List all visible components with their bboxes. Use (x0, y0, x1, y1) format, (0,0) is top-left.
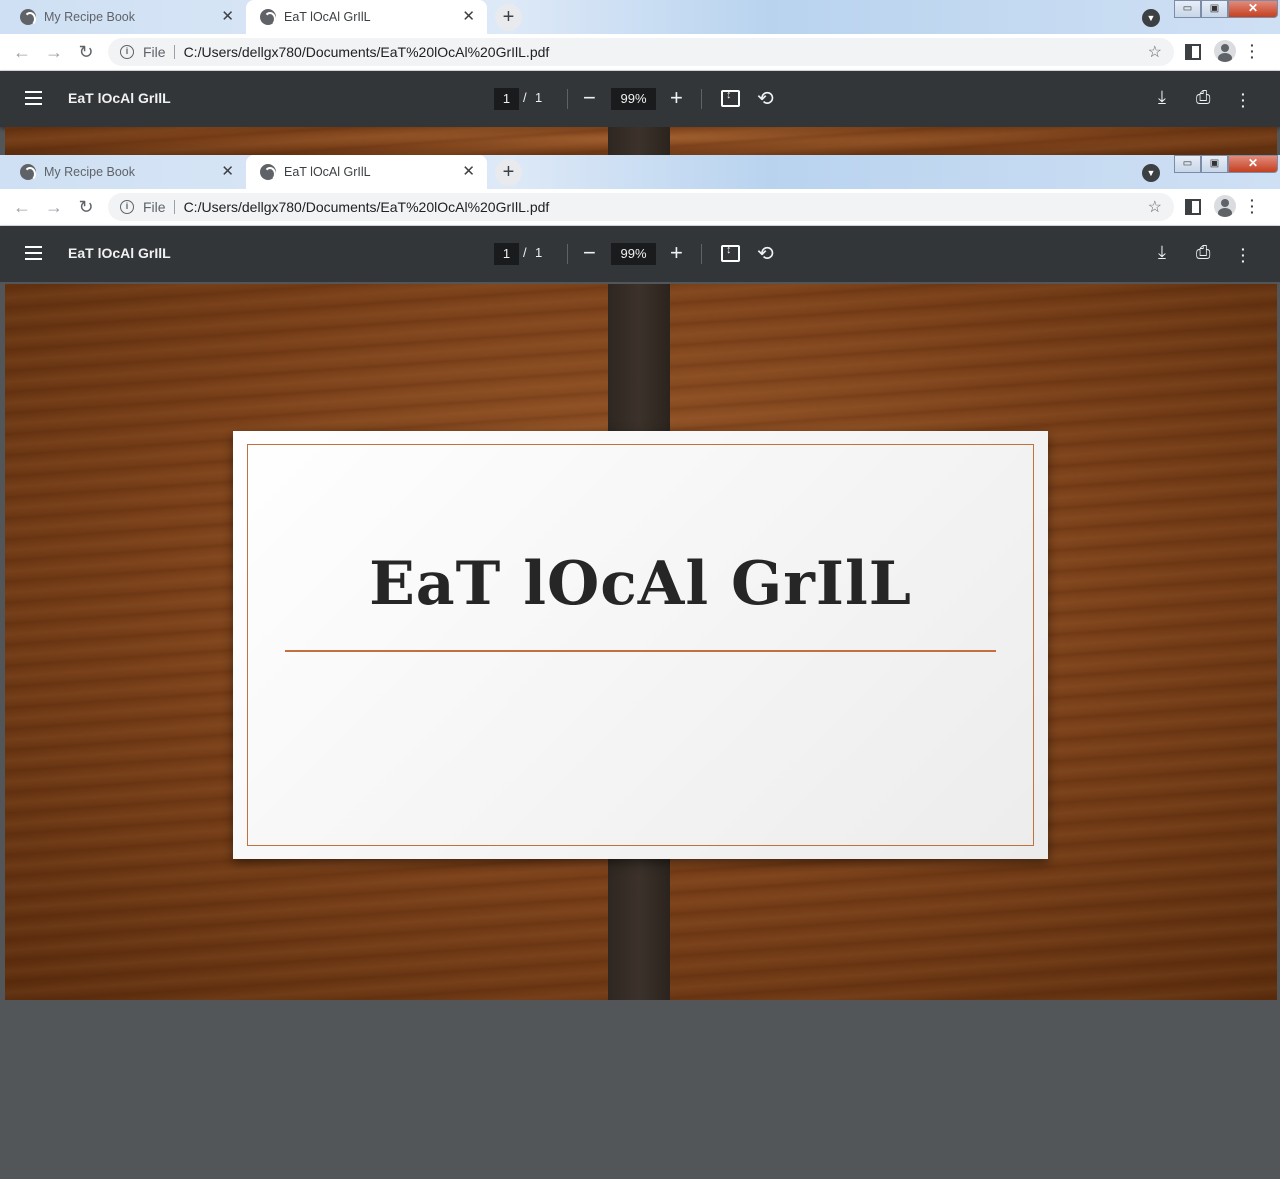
rotate-counterclockwise-icon[interactable]: ⟲ (757, 86, 774, 111)
browser-window-front: My Recipe Book ✕ EaT lOcAl GrIlL ✕ + ▼ ▭… (0, 155, 1280, 1179)
side-panel-icon[interactable] (1185, 44, 1201, 60)
zoom-out-button[interactable]: − (583, 85, 596, 111)
window-controls: ▭ ▣ ✕ (1174, 155, 1278, 173)
divider (567, 89, 568, 109)
close-icon[interactable]: ✕ (462, 9, 475, 25)
new-tab-button[interactable]: + (495, 4, 522, 31)
url-text[interactable]: C:/Users/dellgx780/Documents/EaT%20lOcAl… (184, 44, 550, 60)
scheme-label: File (143, 200, 175, 214)
browser-toolbar: ← → ↻ i File C:/Users/dellgx780/Document… (0, 189, 1280, 226)
globe-icon (260, 9, 276, 26)
info-icon[interactable]: i (120, 200, 134, 214)
close-icon[interactable]: ✕ (221, 9, 234, 25)
zoom-in-button[interactable]: + (670, 85, 683, 111)
tab-strip: My Recipe Book ✕ EaT lOcAl GrIlL ✕ + ▼ ▭… (0, 0, 1280, 34)
browser-window-back: My Recipe Book ✕ EaT lOcAl GrIlL ✕ + ▼ ▭… (0, 0, 1280, 155)
scheme-label: File (143, 45, 175, 59)
close-window-button[interactable]: ✕ (1228, 0, 1278, 18)
close-icon[interactable]: ✕ (221, 164, 234, 180)
zoom-level-input[interactable]: 99% (611, 88, 656, 110)
tab-search-icon[interactable]: ▼ (1142, 164, 1160, 182)
tab-eat-local-grill[interactable]: EaT lOcAl GrIlL ✕ (246, 155, 487, 189)
forward-arrow-icon[interactable]: → (43, 197, 65, 217)
divider (567, 244, 568, 264)
address-bar[interactable]: i File C:/Users/dellgx780/Documents/EaT%… (108, 38, 1174, 66)
side-panel-icon[interactable] (1185, 199, 1201, 215)
page-number-input[interactable]: 1 (494, 88, 519, 110)
zoom-in-button[interactable]: + (670, 240, 683, 266)
page-separator: / (523, 90, 527, 105)
tab-title: EaT lOcAl GrIlL (284, 10, 371, 24)
fit-to-page-icon[interactable] (721, 89, 740, 107)
bookmark-star-icon[interactable]: ☆ (1148, 197, 1162, 217)
info-icon[interactable]: i (120, 45, 134, 59)
download-icon[interactable]: ⤓ (1158, 87, 1166, 108)
maximize-button[interactable]: ▣ (1201, 0, 1228, 18)
tab-search-icon[interactable]: ▼ (1142, 9, 1160, 27)
tab-eat-local-grill[interactable]: EaT lOcAl GrIlL ✕ (246, 0, 487, 34)
slide-title: EaT lOcAl GrIlL (369, 549, 912, 619)
page-total: 1 (535, 245, 543, 260)
zoom-out-button[interactable]: − (583, 240, 596, 266)
globe-icon (20, 164, 36, 181)
tab-title: EaT lOcAl GrIlL (284, 165, 371, 179)
forward-arrow-icon[interactable]: → (43, 42, 65, 62)
page-total: 1 (535, 90, 543, 105)
profile-avatar-icon[interactable] (1214, 40, 1236, 62)
pdf-toolbar: EaT lOcAl GrIlL 1 / 1 − 99% + ⟲ ⤓ ⎙ ··· (0, 71, 1280, 127)
divider (701, 244, 702, 264)
card-border (247, 444, 1034, 846)
zoom-level-input[interactable]: 99% (611, 243, 656, 265)
page-number-input[interactable]: 1 (494, 243, 519, 265)
pdf-viewer[interactable]: EaT lOcAl GrIlL (0, 282, 1280, 1179)
print-icon[interactable]: ⎙ (1196, 87, 1210, 108)
rotate-counterclockwise-icon[interactable]: ⟲ (757, 241, 774, 266)
divider (701, 89, 702, 109)
address-bar[interactable]: i File C:/Users/dellgx780/Documents/EaT%… (108, 193, 1174, 221)
new-tab-button[interactable]: + (495, 159, 522, 186)
tab-title: My Recipe Book (44, 165, 136, 179)
browser-toolbar: ← → ↻ i File C:/Users/dellgx780/Document… (0, 34, 1280, 71)
more-vertical-icon[interactable]: · · · (1241, 242, 1246, 268)
pdf-title: EaT lOcAl GrIlL (68, 245, 171, 261)
print-icon[interactable]: ⎙ (1196, 242, 1210, 263)
page-separator: / (523, 245, 527, 260)
maximize-button[interactable]: ▣ (1201, 155, 1228, 173)
minimize-button[interactable]: ▭ (1174, 0, 1201, 18)
tab-my-recipe-book[interactable]: My Recipe Book ✕ (0, 155, 246, 189)
back-arrow-icon[interactable]: ← (11, 42, 33, 62)
fit-to-page-icon[interactable] (721, 244, 740, 262)
tab-strip: My Recipe Book ✕ EaT lOcAl GrIlL ✕ + ▼ ▭… (0, 155, 1280, 189)
profile-avatar-icon[interactable] (1214, 195, 1236, 217)
title-underline (285, 650, 996, 652)
bookmark-star-icon[interactable]: ☆ (1148, 42, 1162, 62)
title-card: EaT lOcAl GrIlL (233, 431, 1048, 859)
reload-icon[interactable]: ↻ (75, 197, 97, 217)
hamburger-menu-icon[interactable] (25, 91, 42, 105)
tab-title: My Recipe Book (44, 10, 136, 24)
pdf-toolbar: EaT lOcAl GrIlL 1 / 1 − 99% + ⟲ ⤓ ⎙ ··· (0, 226, 1280, 282)
close-icon[interactable]: ✕ (462, 164, 475, 180)
close-window-button[interactable]: ✕ (1228, 155, 1278, 173)
reload-icon[interactable]: ↻ (75, 42, 97, 62)
more-vertical-icon[interactable]: · · · (1241, 87, 1246, 113)
globe-icon (20, 9, 36, 26)
pdf-title: EaT lOcAl GrIlL (68, 90, 171, 106)
strap-sliver (608, 127, 670, 155)
url-text[interactable]: C:/Users/dellgx780/Documents/EaT%20lOcAl… (184, 199, 550, 215)
download-icon[interactable]: ⤓ (1158, 242, 1166, 263)
globe-icon (260, 164, 276, 181)
window-controls: ▭ ▣ ✕ (1174, 0, 1278, 18)
minimize-button[interactable]: ▭ (1174, 155, 1201, 173)
more-vertical-icon[interactable]: · · · (1250, 193, 1255, 219)
hamburger-menu-icon[interactable] (25, 246, 42, 260)
more-vertical-icon[interactable]: · · · (1250, 38, 1255, 64)
back-arrow-icon[interactable]: ← (11, 197, 33, 217)
tab-my-recipe-book[interactable]: My Recipe Book ✕ (0, 0, 246, 34)
